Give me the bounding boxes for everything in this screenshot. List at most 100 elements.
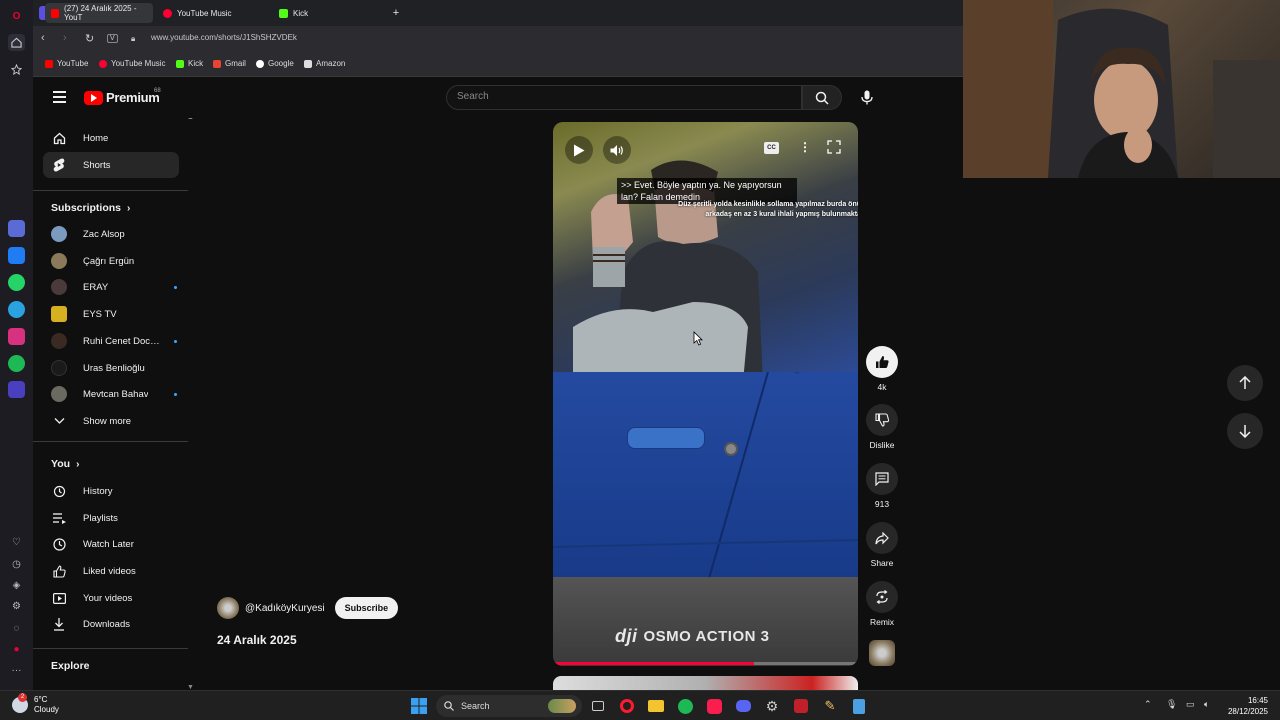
fullscreen-button[interactable]	[827, 140, 841, 159]
search-button[interactable]	[802, 85, 842, 110]
microphone-tray-icon[interactable]: 🎙︎	[1166, 699, 1177, 710]
sidebar-item-history[interactable]: History	[43, 478, 179, 504]
file-explorer-icon[interactable]	[646, 696, 666, 716]
url-text[interactable]: www.youtube.com/shorts/J1ShSHZVDEk	[151, 33, 297, 42]
sidebar-divider	[33, 648, 188, 649]
aria-icon[interactable]	[8, 220, 25, 237]
bookmark-amazon[interactable]: Amazon	[304, 59, 345, 68]
sidebar-subscription[interactable]: Ruhi Cenet Docu...	[43, 328, 179, 354]
comments-button[interactable]	[866, 463, 898, 495]
more-options-icon[interactable]: ⋮	[799, 140, 811, 154]
messenger-icon[interactable]	[8, 247, 25, 264]
search-input[interactable]	[457, 91, 787, 102]
pinboard-icon[interactable]	[8, 61, 25, 78]
sidebar-subscription[interactable]: Uras Benlioğlu	[43, 355, 179, 381]
telegram-icon[interactable]	[8, 301, 25, 318]
sidebar-item-shorts[interactable]: Shorts	[43, 152, 179, 178]
bookmark-gmail[interactable]: Gmail	[213, 59, 246, 68]
sidebar-subscription[interactable]: Mevtcan Bahav	[43, 381, 179, 407]
sidebar-subscription[interactable]: Çağrı Ergün	[43, 248, 179, 274]
easy-setup-button[interactable]: V	[107, 34, 118, 43]
clock[interactable]: 16:45 28/12/2025	[1222, 695, 1268, 717]
history-rail-icon[interactable]: ◷	[8, 556, 25, 573]
player-rail-icon[interactable]	[8, 381, 25, 398]
weather-alert-badge: 2	[18, 693, 27, 702]
new-content-dot	[174, 285, 177, 289]
more-icon[interactable]: ···	[8, 662, 25, 679]
next-short-button[interactable]	[1227, 413, 1263, 449]
scroll-up-icon[interactable]: ▲	[187, 118, 193, 121]
subscriptions-heading[interactable]: Subscriptions ›	[51, 202, 130, 214]
bookmark-kick[interactable]: Kick	[176, 59, 203, 68]
bookmark-youtube-music[interactable]: YouTube Music	[99, 59, 166, 68]
sound-source-avatar[interactable]	[869, 640, 895, 666]
settings-icon[interactable]: ⚙	[8, 598, 25, 615]
previous-short-button[interactable]	[1227, 365, 1263, 401]
menu-icon[interactable]	[53, 91, 66, 103]
tab-youtube-music[interactable]: YouTube Music	[157, 3, 269, 23]
windows-start-icon[interactable]	[409, 696, 429, 716]
cube-icon[interactable]: ◈	[8, 577, 25, 594]
volume-button[interactable]	[603, 136, 631, 164]
sidebar-item-downloads[interactable]: Downloads	[43, 611, 179, 637]
bookmark-google[interactable]: Google	[256, 59, 294, 68]
opera-logo-icon[interactable]: O	[8, 8, 25, 25]
home-rail-icon[interactable]	[8, 34, 25, 51]
forward-icon[interactable]: ›	[63, 32, 67, 44]
weather-widget[interactable]: 2 6°C Cloudy	[12, 693, 59, 715]
shorts-player[interactable]: CC ⋮ >> Evet. Böyle yaptın ya. Ne yapıyo…	[553, 122, 858, 666]
remix-button[interactable]	[866, 581, 898, 613]
tab-kick[interactable]: Kick	[273, 3, 391, 23]
task-view-icon[interactable]	[588, 696, 608, 716]
opera-gx-taskbar-icon[interactable]	[704, 696, 724, 716]
show-more-button[interactable]: Show more	[43, 408, 179, 434]
opera-taskbar-icon[interactable]	[617, 696, 637, 716]
like-button[interactable]	[866, 346, 898, 378]
reload-icon[interactable]: ↻	[85, 32, 94, 45]
red-app-taskbar-icon[interactable]	[791, 696, 811, 716]
pen-app-taskbar-icon[interactable]: ✎	[820, 696, 840, 716]
new-tab-button[interactable]: +	[389, 3, 403, 23]
youtube-logo-icon	[84, 90, 103, 105]
bulb-icon[interactable]: ◌	[8, 620, 25, 637]
you-heading[interactable]: You ›	[51, 458, 79, 470]
spotify-taskbar-icon[interactable]	[675, 696, 695, 716]
sidebar-item-home[interactable]: Home	[43, 125, 179, 151]
sidebar-item-your-videos[interactable]: Your videos	[43, 585, 179, 611]
sidebar-subscription[interactable]: ERAY	[43, 274, 179, 300]
voice-search-button[interactable]	[854, 85, 880, 110]
address-bar: ‹ › ↻ V 🔒︎ www.youtube.com/shorts/J1ShSH…	[33, 26, 963, 54]
sidebar-item-playlists[interactable]: Playlists	[43, 505, 179, 531]
sidebar-subscription[interactable]: EYS TV	[43, 301, 179, 327]
heart-icon[interactable]: ♡	[8, 534, 25, 551]
discord-taskbar-icon[interactable]	[733, 696, 753, 716]
display-tray-icon[interactable]: ▭	[1186, 699, 1195, 710]
youtube-premium-logo[interactable]: Premium	[84, 90, 160, 105]
tab-youtube-short[interactable]: (27) 24 Aralık 2025 - YouT	[45, 3, 153, 23]
opera-small-icon[interactable]: ●	[8, 641, 25, 658]
play-button[interactable]	[565, 136, 593, 164]
instagram-icon[interactable]	[8, 328, 25, 345]
volume-tray-icon[interactable]: 🔈︎	[1204, 699, 1209, 710]
share-button[interactable]	[866, 522, 898, 554]
explore-heading: Explore	[51, 660, 90, 672]
subscribe-button[interactable]: Subscribe	[334, 597, 399, 619]
channel-name[interactable]: @KadıköyKuryesi	[245, 603, 325, 614]
taskbar-search[interactable]: Search	[436, 695, 582, 717]
tray-chevron-icon[interactable]: ⌃	[1144, 699, 1152, 710]
back-icon[interactable]: ‹	[41, 32, 45, 44]
channel-avatar[interactable]	[217, 597, 239, 619]
settings-taskbar-icon[interactable]: ⚙	[762, 696, 782, 716]
sidebar-subscription[interactable]: Zac Alsop	[43, 221, 179, 247]
chevron-right-icon: ›	[127, 202, 131, 214]
next-short-preview[interactable]	[553, 676, 858, 690]
dislike-button[interactable]	[866, 404, 898, 436]
notepad-taskbar-icon[interactable]	[849, 696, 869, 716]
video-progress-bar[interactable]	[553, 662, 858, 665]
spotify-rail-icon[interactable]	[8, 355, 25, 372]
sidebar-item-watch-later[interactable]: Watch Later	[43, 531, 179, 557]
sidebar-item-liked-videos[interactable]: Liked videos	[43, 558, 179, 584]
whatsapp-icon[interactable]	[8, 274, 25, 291]
bookmark-youtube[interactable]: YouTube	[45, 59, 88, 68]
captions-button[interactable]: CC	[764, 142, 779, 154]
